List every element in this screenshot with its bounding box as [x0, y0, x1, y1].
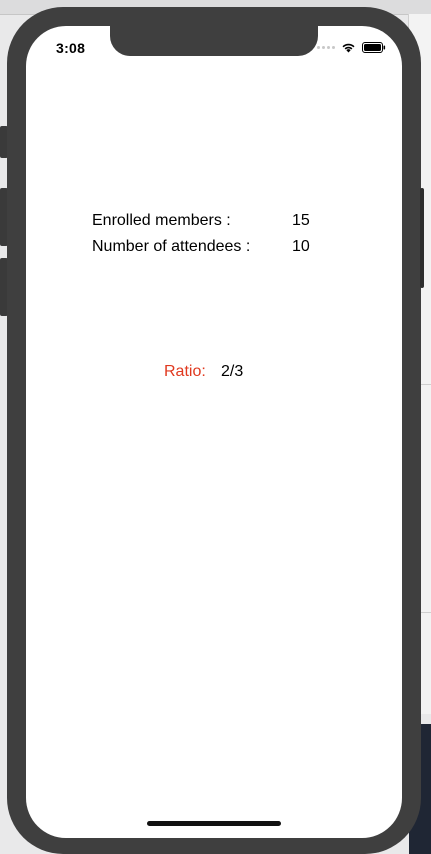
enrolled-members-value: 15: [292, 212, 310, 229]
app-screen: 3:08 Enrolled members : 15 Number of att…: [26, 26, 402, 838]
ratio-value: 2/3: [221, 363, 244, 380]
cellular-signal-icon: [317, 46, 335, 49]
wifi-icon: [342, 43, 355, 53]
attendees-label: Number of attendees :: [92, 238, 251, 255]
notch: [110, 26, 318, 56]
power-button: [420, 188, 424, 288]
status-time: 3:08: [56, 40, 86, 56]
attendees-value: 10: [292, 238, 310, 255]
ratio-label: Ratio:: [164, 363, 206, 380]
battery-icon: [362, 42, 386, 53]
status-icons: [317, 42, 386, 53]
phone-frame: 3:08 Enrolled members : 15 Number of att…: [7, 7, 424, 854]
enrolled-members-label: Enrolled members :: [92, 212, 231, 229]
home-indicator[interactable]: [147, 821, 281, 826]
